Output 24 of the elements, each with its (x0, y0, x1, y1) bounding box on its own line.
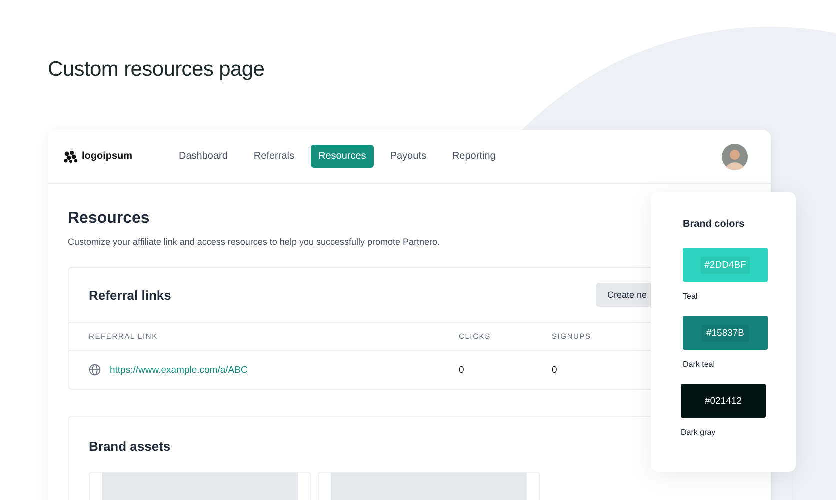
nav-tab[interactable]: Referrals (244, 145, 304, 168)
nav-tab[interactable]: Reporting (442, 145, 506, 168)
avatar[interactable] (722, 144, 748, 170)
card-title: Brand assets (89, 439, 172, 454)
logo-text: logoipsum (82, 151, 133, 162)
hex-code: #15837B (702, 324, 749, 342)
create-button[interactable]: Create ne (596, 283, 651, 307)
referral-link[interactable]: https://www.example.com/a/ABC (110, 364, 248, 376)
table-cell-text: 0 (459, 364, 466, 376)
nav-tab[interactable]: Payouts (380, 145, 436, 168)
logo-icon (64, 150, 78, 162)
hex-code: #2DD4BF (700, 256, 750, 274)
table-cell: 0 (552, 364, 558, 376)
page-description: Customize your affiliate link and access resources to help you successfully promote Partnero. (68, 237, 440, 247)
page-title: Custom resources page (47, 57, 266, 82)
panel-title: Brand colors (683, 219, 746, 230)
nav-tab[interactable]: Dashboard (169, 145, 238, 168)
color-name: Teal (683, 292, 699, 301)
color-name: Dark gray (681, 428, 717, 437)
page-heading: Resources (68, 210, 150, 228)
globe-icon (89, 364, 101, 376)
card-title: Referral links (89, 288, 172, 302)
color-name: Dark teal (683, 360, 716, 369)
nav-tab[interactable]: Resources (310, 145, 374, 168)
